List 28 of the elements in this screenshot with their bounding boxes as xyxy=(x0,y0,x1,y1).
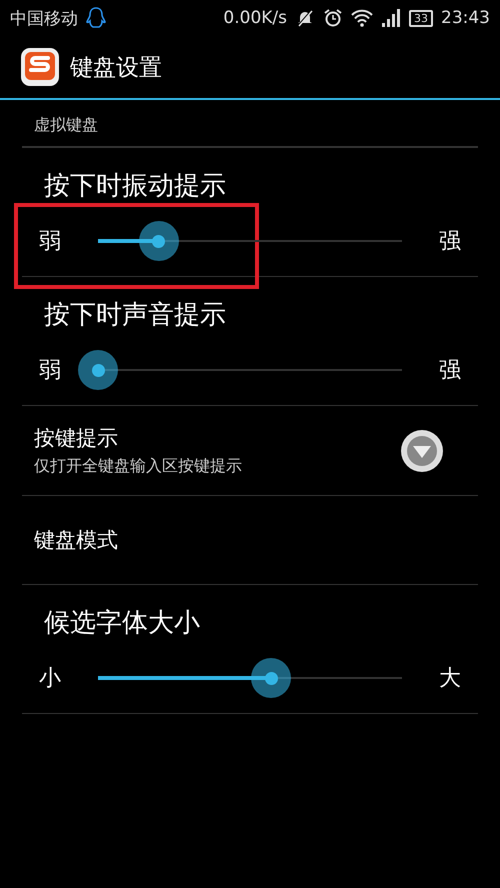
slider-thumb[interactable] xyxy=(78,350,118,390)
app-logo-icon xyxy=(20,47,60,87)
min-label: 弱 xyxy=(38,228,62,256)
penguin-icon xyxy=(86,6,106,30)
setting-title[interactable]: 键盘模式 xyxy=(34,526,118,554)
wifi-icon xyxy=(351,9,373,27)
network-speed: 0.00K/s xyxy=(223,8,287,28)
setting-title: 候选字体大小 xyxy=(43,607,201,640)
max-label: 强 xyxy=(438,357,462,385)
setting-title: 按下时振动提示 xyxy=(43,170,227,203)
setting-title: 按键提示 xyxy=(34,425,119,452)
setting-title: 按下时声音提示 xyxy=(43,299,227,332)
slider-thumb[interactable] xyxy=(138,221,179,261)
alarm-clock-icon xyxy=(323,8,343,28)
screen-title: 键盘设置 xyxy=(70,54,162,82)
muted-bell-icon xyxy=(295,8,315,28)
dropdown-toggle-icon[interactable] xyxy=(400,428,444,472)
battery-level: 33 xyxy=(409,10,433,26)
setting-summary: 仅打开全键盘输入区按键提示 xyxy=(34,456,242,477)
section-header: 虚拟键盘 xyxy=(22,100,478,148)
min-label: 小 xyxy=(38,665,62,693)
carrier-name: 中国移动 xyxy=(10,8,78,30)
signal-icon xyxy=(381,9,401,27)
clock-time: 23:43 xyxy=(441,8,490,28)
slider-thumb[interactable] xyxy=(251,658,292,698)
max-label: 强 xyxy=(438,228,462,256)
max-label: 大 xyxy=(438,665,462,693)
min-label: 弱 xyxy=(38,357,62,385)
